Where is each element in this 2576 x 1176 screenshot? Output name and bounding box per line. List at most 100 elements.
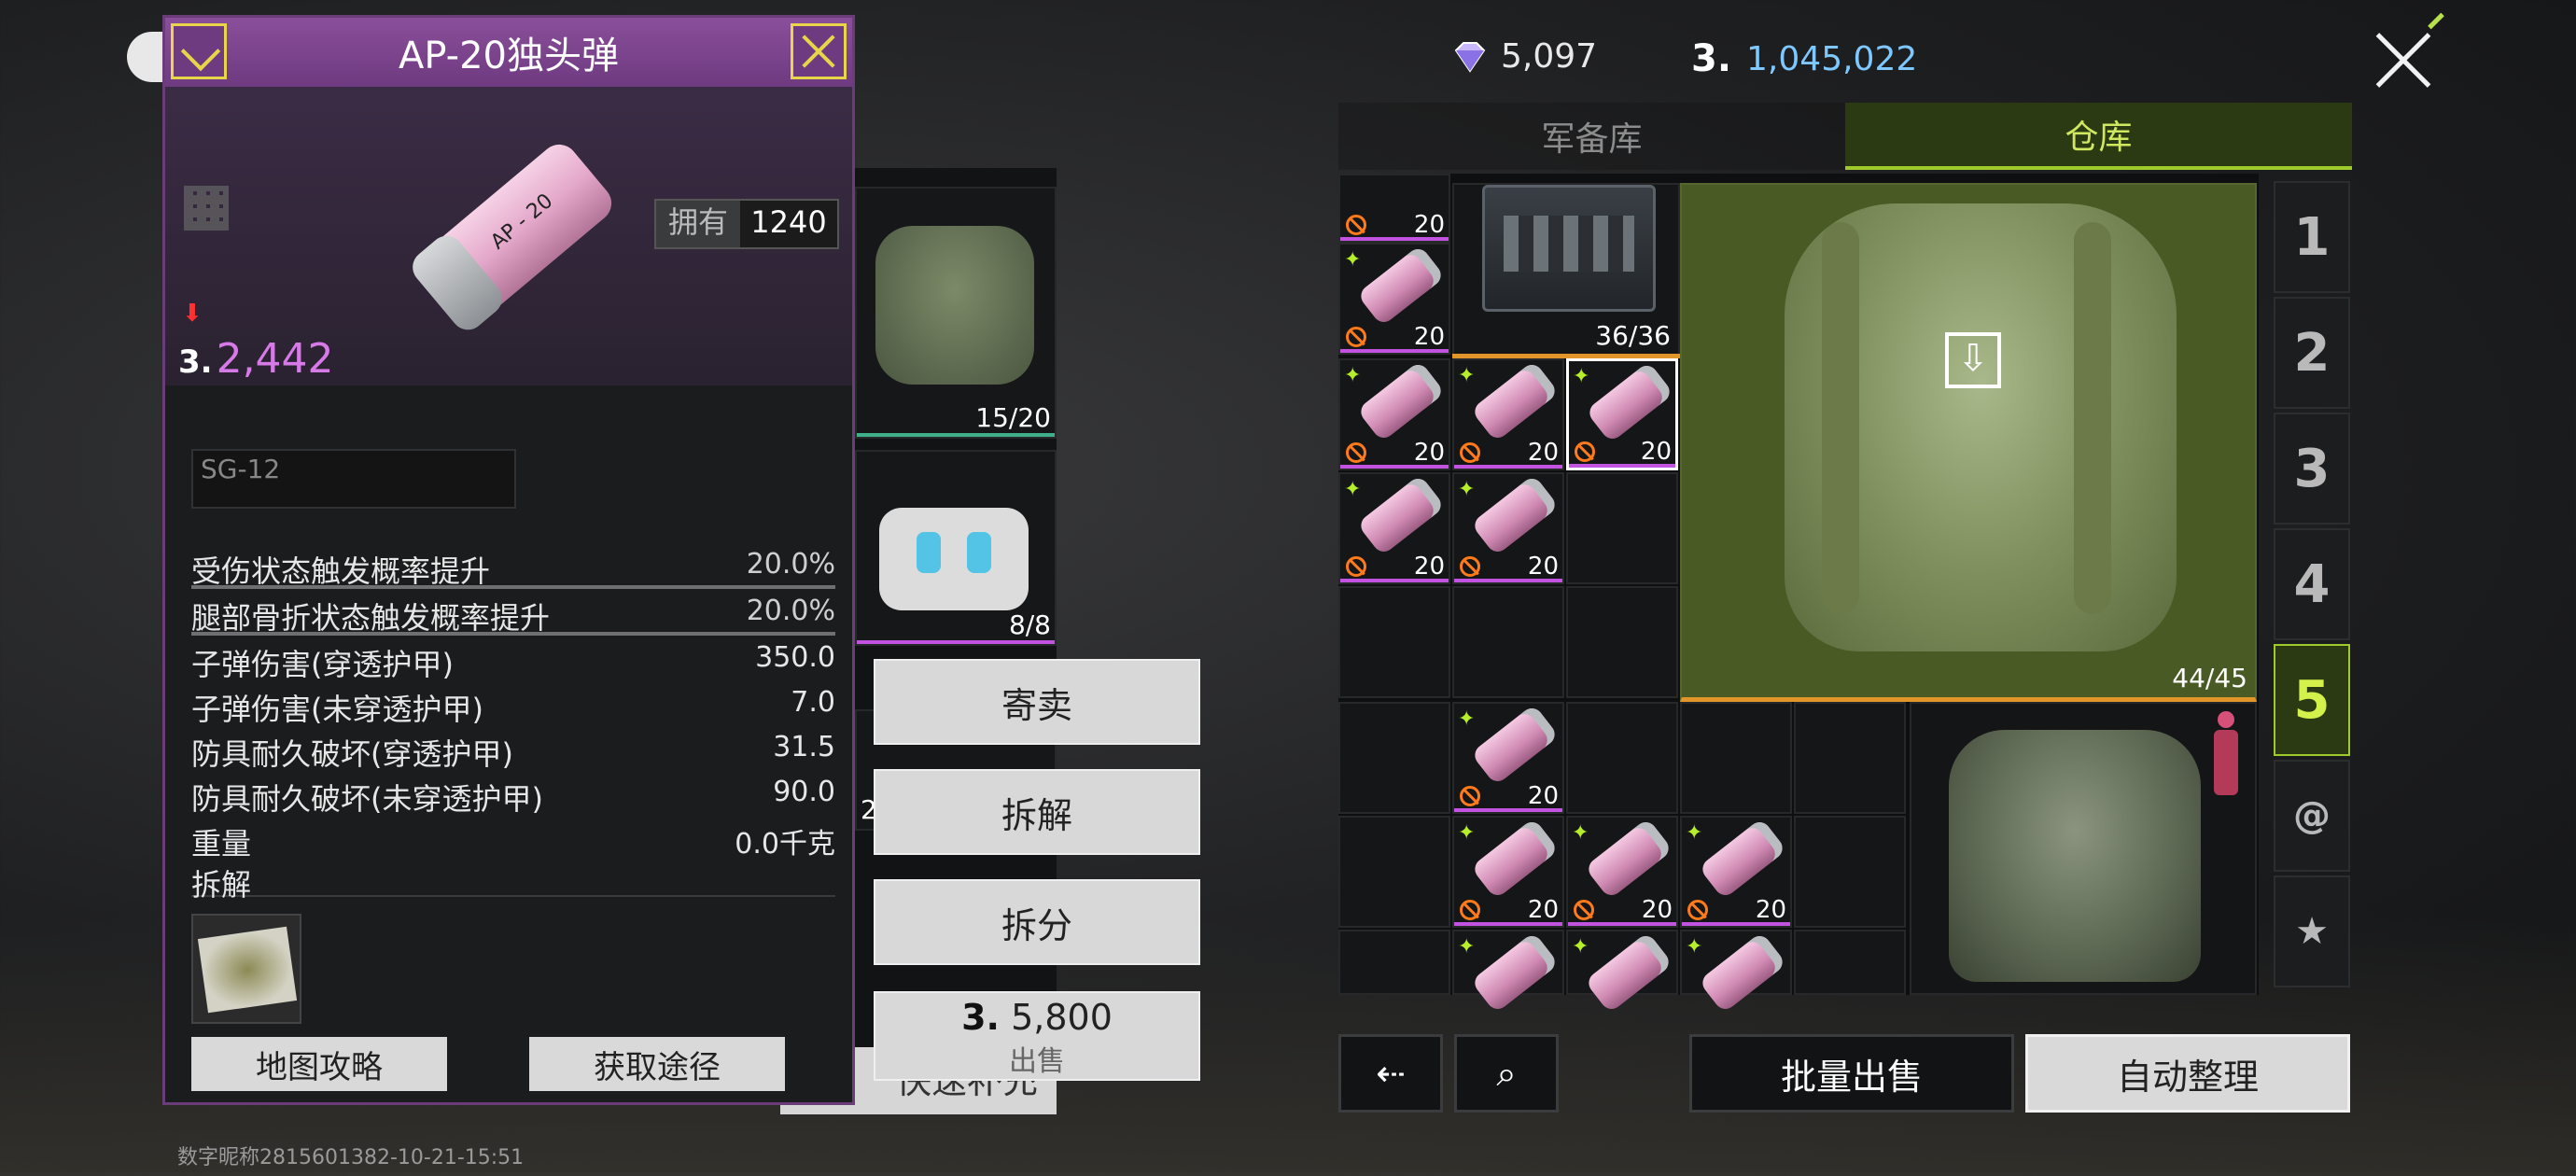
no-sell-icon bbox=[1460, 786, 1480, 806]
stat-row: 重量 0.0千克 bbox=[191, 826, 835, 861]
tag-icon: ✦ bbox=[1344, 478, 1362, 501]
tab-warehouse[interactable]: 仓库 bbox=[1845, 103, 2352, 170]
stack-count: 20 bbox=[1413, 553, 1445, 581]
obtain-source-button[interactable]: 获取途径 bbox=[529, 1037, 785, 1091]
inventory-cell-crate[interactable]: 36/36 bbox=[1452, 183, 1680, 357]
stack-count: 20 bbox=[1527, 553, 1559, 581]
backpack-count: 44/45 bbox=[2172, 663, 2247, 693]
inventory-cell-empty[interactable] bbox=[1338, 930, 1450, 995]
inventory-cell[interactable]: ✦ 20 bbox=[1452, 358, 1564, 470]
no-sell-icon bbox=[1687, 900, 1708, 920]
store-in-icon[interactable]: ⇩ bbox=[1945, 332, 2001, 388]
tag-icon: ✦ bbox=[1458, 935, 1476, 959]
inventory-cell-empty[interactable] bbox=[1338, 816, 1450, 928]
stat-row: 防具耐久破坏(未穿透护甲) 90.0 bbox=[191, 776, 835, 817]
inventory-cell-empty[interactable] bbox=[1338, 586, 1450, 698]
inventory-cell[interactable]: ✦ bbox=[1452, 930, 1564, 1014]
close-icon[interactable] bbox=[791, 23, 847, 79]
inventory-cell[interactable]: ✦ 20 bbox=[1338, 358, 1450, 470]
watermark-text: 数字昵称2815601382-10-21-15:51 bbox=[177, 1146, 525, 1169]
side-tab-2[interactable]: 2 bbox=[2274, 297, 2350, 409]
tab-armory[interactable]: 军备库 bbox=[1338, 103, 1845, 170]
no-sell-icon bbox=[1460, 900, 1480, 920]
stat-row: 防具耐久破坏(穿透护甲) 31.5 bbox=[191, 731, 835, 772]
inventory-cell-empty[interactable] bbox=[1680, 702, 1792, 814]
dismantle-button[interactable]: 拆解 bbox=[874, 769, 1200, 855]
inventory-cell-selected[interactable]: ✦ 20 bbox=[1566, 358, 1678, 470]
side-tab-3[interactable]: 3 bbox=[2274, 413, 2350, 525]
inventory-cell[interactable]: ✦ 20 bbox=[1566, 816, 1678, 928]
map-guide-button[interactable]: 地图攻略 bbox=[191, 1037, 447, 1091]
owned-label: 拥有 bbox=[667, 204, 728, 240]
equipment-slot-vest[interactable]: 15/20 bbox=[855, 187, 1057, 439]
side-tab-4[interactable]: 4 bbox=[2274, 528, 2350, 640]
collapse-button[interactable] bbox=[171, 23, 227, 79]
sell-price: 5,800 bbox=[1011, 997, 1113, 1038]
side-tab-5[interactable]: 5 bbox=[2274, 644, 2350, 756]
inventory-cell[interactable]: ✦ 20 bbox=[1338, 472, 1450, 584]
no-sell-icon bbox=[1574, 900, 1594, 920]
coin-amount: 1,045,022 bbox=[1746, 39, 1918, 78]
inventory-cell[interactable]: ✦ bbox=[1566, 930, 1678, 1014]
tag-icon: ✦ bbox=[1572, 935, 1589, 959]
inventory-cell-backpack[interactable]: ⇩ 44/45 bbox=[1680, 183, 2257, 702]
tag-icon: ✦ bbox=[1458, 478, 1476, 501]
stack-count: 20 bbox=[1527, 896, 1559, 924]
auto-sort-button[interactable]: 自动整理 bbox=[2025, 1034, 2350, 1113]
equipment-slot-robot[interactable]: 8/8 bbox=[855, 450, 1057, 646]
inventory-cell[interactable]: ✦ 20 bbox=[1338, 243, 1450, 355]
stack-count: 20 bbox=[1641, 896, 1673, 924]
diamond-icon bbox=[1454, 41, 1486, 73]
tag-icon: ✦ bbox=[1344, 248, 1362, 272]
no-sell-icon bbox=[1460, 556, 1480, 577]
back-arrow-icon[interactable]: ⇠ bbox=[1338, 1034, 1443, 1113]
inventory-cell-empty[interactable] bbox=[1566, 586, 1678, 698]
stack-count: 20 bbox=[1413, 439, 1445, 467]
stat-row: 子弹伤害(未穿透护甲) 7.0 bbox=[191, 686, 835, 727]
herb-material-icon[interactable] bbox=[191, 914, 301, 1024]
inventory-cell[interactable]: ✦ 20 bbox=[1452, 816, 1564, 928]
tag-icon: ✦ bbox=[1344, 364, 1362, 387]
inventory-cell[interactable]: ✦ 20 bbox=[1452, 472, 1564, 584]
special-tab-icon[interactable]: @ bbox=[2274, 760, 2350, 872]
inventory-cell-empty[interactable] bbox=[1566, 472, 1678, 584]
inventory-cell[interactable]: ✦ 20 bbox=[1680, 816, 1792, 928]
no-sell-icon bbox=[1346, 215, 1366, 235]
tag-icon: ✦ bbox=[1458, 821, 1476, 845]
robot-icon bbox=[879, 508, 1029, 610]
no-sell-icon bbox=[1346, 442, 1366, 463]
inventory-cell-empty[interactable] bbox=[1566, 702, 1678, 814]
consign-button[interactable]: 寄卖 bbox=[874, 659, 1200, 745]
no-sell-icon bbox=[1346, 327, 1366, 347]
inventory-cell[interactable]: ✦ bbox=[1680, 930, 1792, 1014]
stat-row: 子弹伤害(穿透护甲) 350.0 bbox=[191, 641, 835, 682]
search-icon[interactable]: ⌕ bbox=[1454, 1034, 1559, 1113]
inventory-cell-empty[interactable] bbox=[1794, 930, 1906, 995]
split-button[interactable]: 拆分 bbox=[874, 879, 1200, 965]
tag-icon: ✦ bbox=[1458, 364, 1476, 387]
batch-sell-button[interactable]: 批量出售 bbox=[1689, 1034, 2014, 1113]
stack-count: 20 bbox=[1527, 782, 1559, 810]
item-detail-panel: AP-20独头弹 拥有 1240 AP - 20 ⬇ 3.2,442 SG-12… bbox=[162, 15, 855, 1105]
coin-icon: 3. bbox=[178, 343, 213, 381]
item-price: 3.2,442 bbox=[178, 335, 334, 383]
sell-button[interactable]: 3. 5,800 出售 bbox=[874, 991, 1200, 1081]
price-down-icon: ⬇ bbox=[182, 300, 203, 328]
item-header: AP-20独头弹 bbox=[165, 18, 852, 87]
close-icon[interactable] bbox=[2371, 12, 2444, 93]
inventory-cell[interactable]: 20 bbox=[1338, 174, 1450, 243]
inventory-cell[interactable]: ✦ 20 bbox=[1452, 702, 1564, 814]
inventory-cell-armor[interactable] bbox=[1910, 702, 2257, 995]
inventory-cell-empty[interactable] bbox=[1338, 702, 1450, 814]
tag-icon: ✦ bbox=[1686, 935, 1703, 959]
stack-count: 20 bbox=[1640, 438, 1672, 466]
tag-icon: ✦ bbox=[1686, 821, 1703, 845]
inventory-cell-empty[interactable] bbox=[1452, 586, 1564, 698]
inventory-cell-empty[interactable] bbox=[1794, 816, 1906, 928]
crate-icon bbox=[1482, 185, 1656, 312]
dismantle-heading: 拆解 bbox=[191, 867, 252, 903]
chest-rig-icon bbox=[875, 226, 1034, 385]
crafting-tab-icon[interactable]: ★ bbox=[2274, 875, 2350, 987]
inventory-cell-empty[interactable] bbox=[1794, 702, 1906, 814]
side-tab-1[interactable]: 1 bbox=[2274, 181, 2350, 293]
